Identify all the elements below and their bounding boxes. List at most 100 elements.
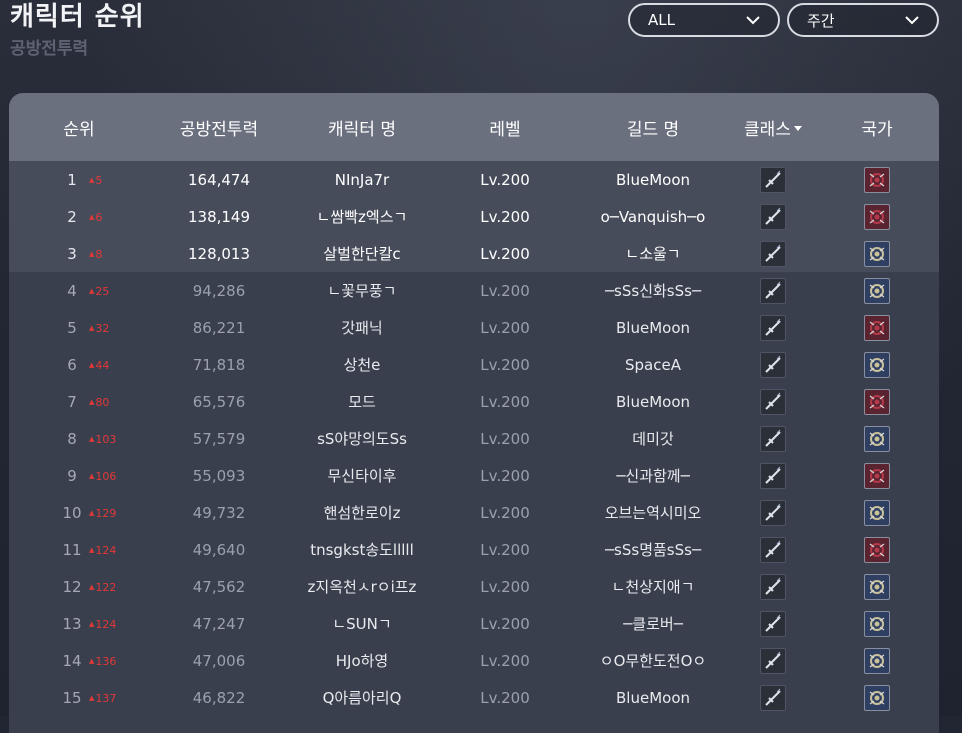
character-name-cell[interactable]: 무신타이후: [289, 465, 435, 486]
blue-nation-emblem-icon: [864, 351, 890, 378]
character-name-cell[interactable]: ㄴ쌈빡z엑스ㄱ: [289, 206, 435, 227]
guild-name-cell[interactable]: BlueMoon: [575, 393, 731, 411]
table-row[interactable]: 10 129 49,732 핸섬한로이z Lv.200 오브는역시미오: [9, 494, 939, 531]
level-cell: Lv.200: [480, 207, 530, 226]
rank-change-up: 103: [89, 433, 116, 446]
table-row[interactable]: 8 103 57,579 sS야망의도Ss Lv.200 데미갓: [9, 420, 939, 457]
character-name-cell[interactable]: 모드: [289, 391, 435, 412]
rank-change-up: 32: [89, 322, 109, 335]
character-name-cell[interactable]: ㄴ꽃무풍ㄱ: [289, 280, 435, 301]
rank-cell: 4 25: [9, 272, 149, 309]
guild-name-cell[interactable]: SpaceA: [575, 356, 731, 374]
power-cell: 128,013: [187, 244, 251, 263]
nation-cell: [815, 351, 939, 378]
table-row[interactable]: 15 164,474 NInJa7r Lv.200 BlueMoon: [9, 161, 939, 198]
table-row[interactable]: 4 25 94,286 ㄴ꽃무풍ㄱ Lv.200 ─sSs신화sSs─: [9, 272, 939, 309]
blue-nation-emblem-icon: [864, 499, 890, 526]
guild-name-cell[interactable]: ─sSs신화sSs─: [575, 280, 731, 301]
class-cell: [731, 462, 815, 489]
character-name-cell[interactable]: 갓패닉: [289, 317, 435, 338]
table-row[interactable]: 15 137 46,822 Q아름아리Q Lv.200 BlueMoon: [9, 679, 939, 716]
class-cell: [731, 388, 815, 415]
column-header-class-sort[interactable]: 클래스: [731, 115, 815, 140]
character-name-cell[interactable]: NInJa7r: [289, 171, 435, 189]
nation-cell: [815, 203, 939, 230]
nation-cell: [815, 240, 939, 267]
guild-name-cell[interactable]: 오브는역시미오: [575, 502, 731, 523]
class-cell: [731, 203, 815, 230]
rank-cell: 8 103: [9, 420, 149, 457]
power-cell: 47,562: [192, 577, 246, 596]
guild-name-cell[interactable]: ㄴ천상지애ㄱ: [575, 576, 731, 597]
character-name-cell[interactable]: Q아름아리Q: [289, 687, 435, 708]
column-header-nation: 국가: [861, 119, 893, 140]
power-cell: 86,221: [192, 318, 246, 337]
guild-name-cell[interactable]: ─sSs명품sSs─: [575, 539, 731, 560]
rank-number: 1: [67, 170, 77, 189]
character-name-cell[interactable]: 살벌한단칼c: [289, 243, 435, 264]
sword-class-icon: [760, 462, 786, 489]
character-name-cell[interactable]: HJo하영: [289, 650, 435, 671]
character-name-cell[interactable]: tnsgkst송도lllll: [289, 539, 435, 560]
rank-number: 11: [62, 540, 82, 559]
table-row[interactable]: 6 44 71,818 상천e Lv.200 SpaceA: [9, 346, 939, 383]
character-name-cell[interactable]: 상천e: [289, 354, 435, 375]
table-row[interactable]: 11 124 49,640 tnsgkst송도lllll Lv.200 ─sSs명품sSs…: [9, 531, 939, 568]
nation-cell: [815, 536, 939, 563]
table-row[interactable]: 9 106 55,093 무신타이후 Lv.200 ─신과함께─: [9, 457, 939, 494]
region-filter-dropdown[interactable]: ALL: [628, 3, 780, 37]
class-cell: [731, 166, 815, 193]
page-title: 캐릭터 순위: [10, 2, 145, 32]
sword-class-icon: [760, 647, 786, 674]
table-row[interactable]: 14 136 47,006 HJo하영 Lv.200 ㅇO무한도전Oㅇ: [9, 642, 939, 679]
red-nation-emblem-icon: [864, 388, 890, 415]
table-header: 순위 공방전투력 캐릭터 명 레벨 길드 명 클래스 국가: [9, 93, 939, 161]
column-header-character-name: 캐릭터 명: [328, 119, 396, 140]
character-name-cell[interactable]: sS야망의도Ss: [289, 428, 435, 449]
table-row[interactable]: 38 128,013 살벌한단칼c Lv.200 ㄴ소울ㄱ: [9, 235, 939, 272]
blue-nation-emblem-icon: [864, 277, 890, 304]
character-name-cell[interactable]: z지옥천ㅅrㅇi프z: [289, 576, 435, 597]
guild-name-cell[interactable]: o─Vanquish─o: [575, 208, 731, 226]
rank-cell: 15: [9, 161, 149, 198]
level-cell: Lv.200: [480, 503, 530, 522]
blue-nation-emblem-icon: [864, 610, 890, 637]
guild-name-cell[interactable]: ㄴ소울ㄱ: [575, 243, 731, 264]
guild-name-cell[interactable]: BlueMoon: [575, 319, 731, 337]
table-row[interactable]: 7 80 65,576 모드 Lv.200 BlueMoon: [9, 383, 939, 420]
guild-name-cell[interactable]: ㅇO무한도전Oㅇ: [575, 650, 731, 671]
rank-cell: 14 136: [9, 642, 149, 679]
blue-nation-emblem-icon: [864, 684, 890, 711]
power-cell: 57,579: [192, 429, 246, 448]
guild-name-cell[interactable]: BlueMoon: [575, 171, 731, 189]
blue-nation-emblem-icon: [864, 425, 890, 452]
guild-name-cell[interactable]: 데미갓: [575, 428, 731, 449]
sword-class-icon: [760, 573, 786, 600]
column-header-power: 공방전투력: [179, 119, 259, 140]
blue-nation-emblem-icon: [864, 573, 890, 600]
character-name-cell[interactable]: ㄴSUNㄱ: [289, 613, 435, 634]
chevron-down-icon: [746, 16, 760, 25]
rank-cell: 12 122: [9, 568, 149, 605]
red-nation-emblem-icon: [864, 462, 890, 489]
period-filter-dropdown[interactable]: 주간: [787, 3, 939, 37]
sword-class-icon: [760, 536, 786, 563]
table-row[interactable]: 13 124 47,247 ㄴSUNㄱ Lv.200 ─클로버─: [9, 605, 939, 642]
rank-cell: 5 32: [9, 309, 149, 346]
table-row[interactable]: 26 138,149 ㄴ쌈빡z엑스ㄱ Lv.200 o─Vanquish─o: [9, 198, 939, 235]
table-row[interactable]: 12 122 47,562 z지옥천ㅅrㅇi프z Lv.200 ㄴ천상지애ㄱ: [9, 568, 939, 605]
sword-class-icon: [760, 314, 786, 341]
guild-name-cell[interactable]: ─신과함께─: [575, 465, 731, 486]
level-cell: Lv.200: [480, 466, 530, 485]
character-name-cell[interactable]: 핸섬한로이z: [289, 502, 435, 523]
guild-name-cell[interactable]: ─클로버─: [575, 613, 731, 634]
rank-number: 8: [67, 429, 77, 448]
sword-class-icon: [760, 499, 786, 526]
rank-change-up: 5: [89, 174, 102, 187]
table-row[interactable]: 5 32 86,221 갓패닉 Lv.200 BlueMoon: [9, 309, 939, 346]
guild-name-cell[interactable]: BlueMoon: [575, 689, 731, 707]
power-cell: 138,149: [187, 207, 251, 226]
rank-change-up: 129: [89, 507, 116, 520]
sword-class-icon: [760, 240, 786, 267]
rank-cell: 26: [9, 198, 149, 235]
